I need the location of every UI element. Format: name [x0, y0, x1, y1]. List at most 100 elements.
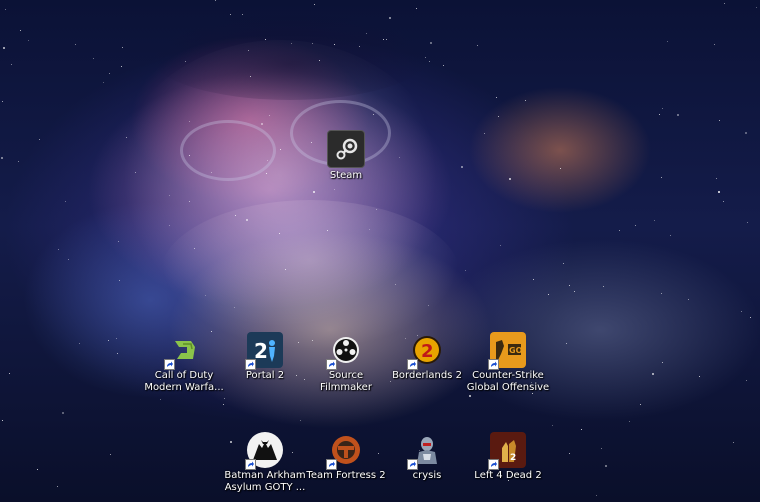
star — [619, 230, 620, 231]
star — [677, 114, 679, 116]
star — [395, 284, 396, 285]
star — [496, 97, 497, 98]
star — [93, 58, 94, 59]
star — [108, 340, 109, 341]
shortcut-arrow-icon — [245, 459, 256, 470]
star — [269, 115, 270, 116]
star — [601, 448, 602, 449]
star — [661, 293, 662, 294]
star — [20, 30, 21, 31]
star — [65, 201, 66, 202]
team-fortress-2-shortcut[interactable]: Team Fortress 2 — [304, 432, 388, 482]
star — [670, 235, 671, 236]
star — [477, 45, 478, 46]
star — [569, 285, 570, 286]
wallpaper-hair — [150, 10, 430, 100]
star — [509, 178, 511, 180]
star — [560, 168, 561, 169]
star — [169, 225, 170, 226]
counter-strike-shortcut[interactable]: GO Counter-Strike Global Offensive — [466, 332, 550, 394]
call-of-duty-icon — [164, 332, 202, 370]
svg-text:2: 2 — [510, 453, 516, 463]
star — [235, 215, 236, 216]
star — [386, 39, 387, 40]
star — [246, 219, 248, 221]
star — [261, 123, 263, 125]
star — [68, 259, 69, 260]
star — [500, 245, 501, 246]
star — [548, 294, 549, 295]
star — [533, 279, 534, 280]
star — [334, 44, 335, 45]
star — [126, 137, 127, 138]
star — [581, 429, 582, 430]
star — [3, 47, 5, 49]
star — [662, 108, 663, 109]
steam-shortcut[interactable]: Steam — [304, 130, 388, 182]
star — [279, 233, 280, 234]
crysis-shortcut[interactable]: crysis — [385, 432, 469, 482]
star — [189, 155, 190, 156]
shortcut-arrow-icon — [488, 359, 499, 370]
left-4-dead-2-icon: 2 — [488, 432, 526, 470]
star — [2, 420, 3, 421]
call-of-duty-shortcut[interactable]: Call of Duty Modern Warfa... — [142, 332, 226, 394]
star — [223, 404, 224, 405]
star — [484, 133, 485, 134]
star — [724, 3, 725, 4]
left-4-dead-2-shortcut[interactable]: 2 Left 4 Dead 2 — [466, 432, 550, 482]
star — [498, 116, 499, 117]
star — [211, 172, 212, 173]
star — [160, 399, 161, 400]
star — [234, 307, 235, 308]
shortcut-arrow-icon — [245, 359, 256, 370]
star — [652, 373, 654, 375]
star — [714, 44, 715, 45]
team-fortress-2-label: Team Fortress 2 — [306, 470, 386, 481]
star — [429, 61, 430, 62]
batman-shortcut[interactable]: Batman Arkham Asylum GOTY ... — [223, 432, 307, 494]
borderlands-2-shortcut[interactable]: 2 Borderlands 2 — [385, 332, 469, 382]
star — [369, 229, 370, 230]
star — [741, 311, 742, 312]
star — [399, 157, 400, 158]
star — [189, 121, 190, 122]
call-of-duty-label: Call of Duty Modern Warfa... — [144, 370, 224, 393]
source-filmmaker-shortcut[interactable]: Source Filmmaker — [304, 332, 388, 394]
star — [224, 398, 225, 399]
source-filmmaker-icon — [326, 332, 364, 370]
batman-label: Batman Arkham Asylum GOTY ... — [224, 470, 306, 493]
desktop-background: Steam Call of Duty Modern Warfa... 2 Por… — [0, 0, 760, 502]
star — [525, 100, 526, 101]
shortcut-arrow-icon — [488, 459, 499, 470]
svg-text:2: 2 — [421, 341, 434, 362]
portal-2-shortcut[interactable]: 2 Portal 2 — [223, 332, 307, 382]
star — [312, 43, 313, 44]
star — [39, 139, 40, 140]
star — [469, 395, 471, 397]
shortcut-arrow-icon — [407, 459, 418, 470]
star — [58, 249, 59, 250]
star — [465, 270, 466, 271]
counter-strike-label: Counter-Strike Global Offensive — [466, 370, 550, 393]
star — [300, 420, 301, 421]
star — [215, 0, 216, 1]
star — [242, 14, 243, 15]
star — [110, 454, 111, 455]
star — [373, 114, 374, 115]
star — [185, 61, 186, 62]
star — [416, 8, 417, 9]
star — [596, 495, 597, 496]
star — [57, 486, 58, 487]
star — [569, 453, 570, 454]
star — [5, 9, 6, 10]
star — [116, 338, 117, 339]
star — [566, 343, 567, 344]
star — [189, 201, 190, 202]
star — [334, 189, 335, 190]
star — [640, 404, 641, 405]
star — [250, 76, 251, 77]
star — [389, 17, 391, 19]
wallpaper-beard — [160, 200, 460, 350]
crysis-icon — [407, 432, 445, 470]
